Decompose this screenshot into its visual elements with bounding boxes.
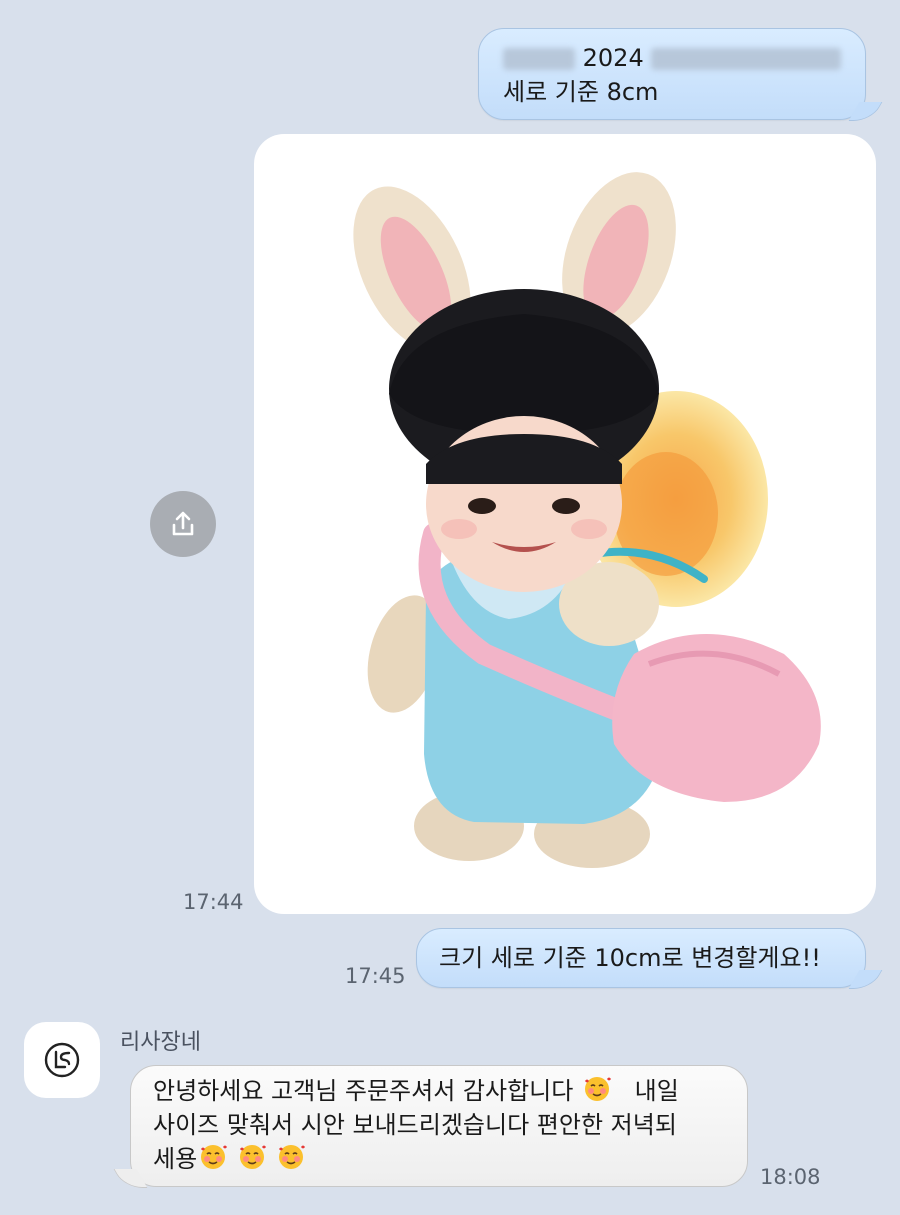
reply-timestamp: 18:08 [760, 1165, 821, 1189]
message-1-line-2: 세로 기준 8cm [503, 78, 659, 106]
incoming-message[interactable]: 안녕하세요 고객님 주문주셔서 감사합니다 내일 사이즈 맞춰서 시안 보내드리… [130, 1065, 748, 1187]
share-button[interactable] [150, 491, 216, 557]
message-1-line-1: 2024 [503, 41, 842, 75]
reply-line-3: 세용 [153, 1142, 307, 1176]
smiling-face-with-hearts-emoji [240, 1145, 267, 1169]
outgoing-message-1[interactable]: 2024 세로 기준 8cm [478, 28, 866, 120]
photo-message[interactable] [254, 134, 876, 914]
reply-line-1-text: 안녕하세요 고객님 주문주셔서 감사합니다 [153, 1077, 574, 1105]
shop-logo-icon [44, 1042, 80, 1078]
share-upload-icon [172, 511, 194, 536]
redacted-text [503, 48, 575, 70]
redacted-text [651, 48, 842, 70]
reply-line-2: 사이즈 맞춰서 시안 보내드리겠습니다 편안한 저녁되 [153, 1111, 677, 1139]
reply-line-1: 안녕하세요 고객님 주문주셔서 감사합니다 내일 [153, 1074, 735, 1108]
reply-line-1-tail: 내일 [634, 1077, 679, 1105]
smiling-face-with-hearts-emoji [584, 1077, 611, 1101]
outgoing-message-2[interactable]: 크기 세로 기준 10cm로 변경할게요!! [416, 928, 866, 988]
photo-timestamp: 17:44 [183, 890, 244, 914]
bunny-doll-photo [353, 172, 821, 868]
message-1-year: 2024 [582, 44, 644, 72]
smiling-face-with-hearts-emoji [201, 1145, 228, 1169]
message-2-text: 크기 세로 기준 10cm로 변경할게요!! [439, 944, 821, 972]
message-2-timestamp: 17:45 [345, 964, 406, 988]
sender-name: 리사장네 [120, 1030, 201, 1055]
smiling-face-with-hearts-emoji [279, 1145, 306, 1169]
sender-avatar[interactable] [24, 1022, 100, 1098]
reply-line-3-text: 세용 [153, 1145, 198, 1173]
